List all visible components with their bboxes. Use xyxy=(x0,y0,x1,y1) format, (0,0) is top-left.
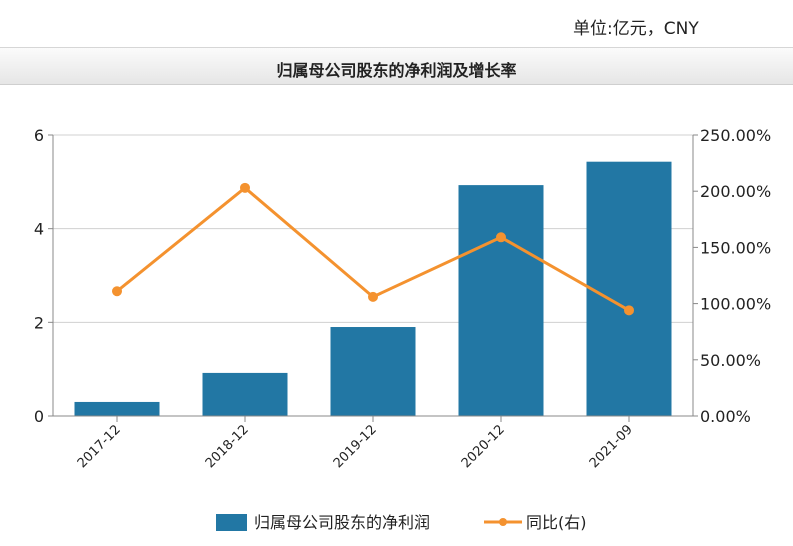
bar-2019-12 xyxy=(330,327,416,416)
y-right-tick-label: 50.00% xyxy=(700,351,761,370)
bar-2020-12 xyxy=(458,185,544,416)
y-left-tick-label: 0 xyxy=(34,407,44,426)
y-left-tick-label: 4 xyxy=(34,220,44,239)
legend: 归属母公司股东的净利润 同比(右) xyxy=(216,513,587,532)
line-series xyxy=(112,182,634,316)
growth-point-2019-12 xyxy=(368,291,378,302)
legend-line-label: 同比(右) xyxy=(526,513,587,532)
bar-2021-09 xyxy=(586,161,672,416)
y-right-tick-label: 100.00% xyxy=(700,295,771,314)
bar-2018-12 xyxy=(202,372,288,416)
growth-point-2018-12 xyxy=(240,182,250,193)
y-right-tick-label: 200.00% xyxy=(700,182,771,201)
growth-point-2020-12 xyxy=(496,232,506,243)
y-left-tick-label: 2 xyxy=(34,313,44,332)
x-tick-label: 2019-12 xyxy=(331,422,380,471)
x-tick-label: 2021-09 xyxy=(587,422,636,471)
legend-bar-label: 归属母公司股东的净利润 xyxy=(254,513,430,532)
x-tick-label: 2020-12 xyxy=(459,422,508,471)
y-left-tick-label: 6 xyxy=(34,126,44,145)
x-tick-label: 2018-12 xyxy=(203,422,252,471)
bar-2017-12 xyxy=(74,401,160,416)
growth-point-2021-09 xyxy=(624,305,634,316)
x-tick-label: 2017-12 xyxy=(75,422,124,471)
growth-point-2017-12 xyxy=(112,286,122,297)
bar-series xyxy=(74,161,672,416)
y-right-tick-label: 0.00% xyxy=(700,407,751,426)
legend-bar-swatch xyxy=(216,514,247,531)
y-right-tick-label: 150.00% xyxy=(700,238,771,257)
chart: 0 2 4 6 0.00% 50.00% 100.00% 150.00% 200.00% 250.… xyxy=(34,126,771,532)
y-right-tick-label: 250.00% xyxy=(700,126,771,145)
legend-line-marker xyxy=(499,518,507,526)
